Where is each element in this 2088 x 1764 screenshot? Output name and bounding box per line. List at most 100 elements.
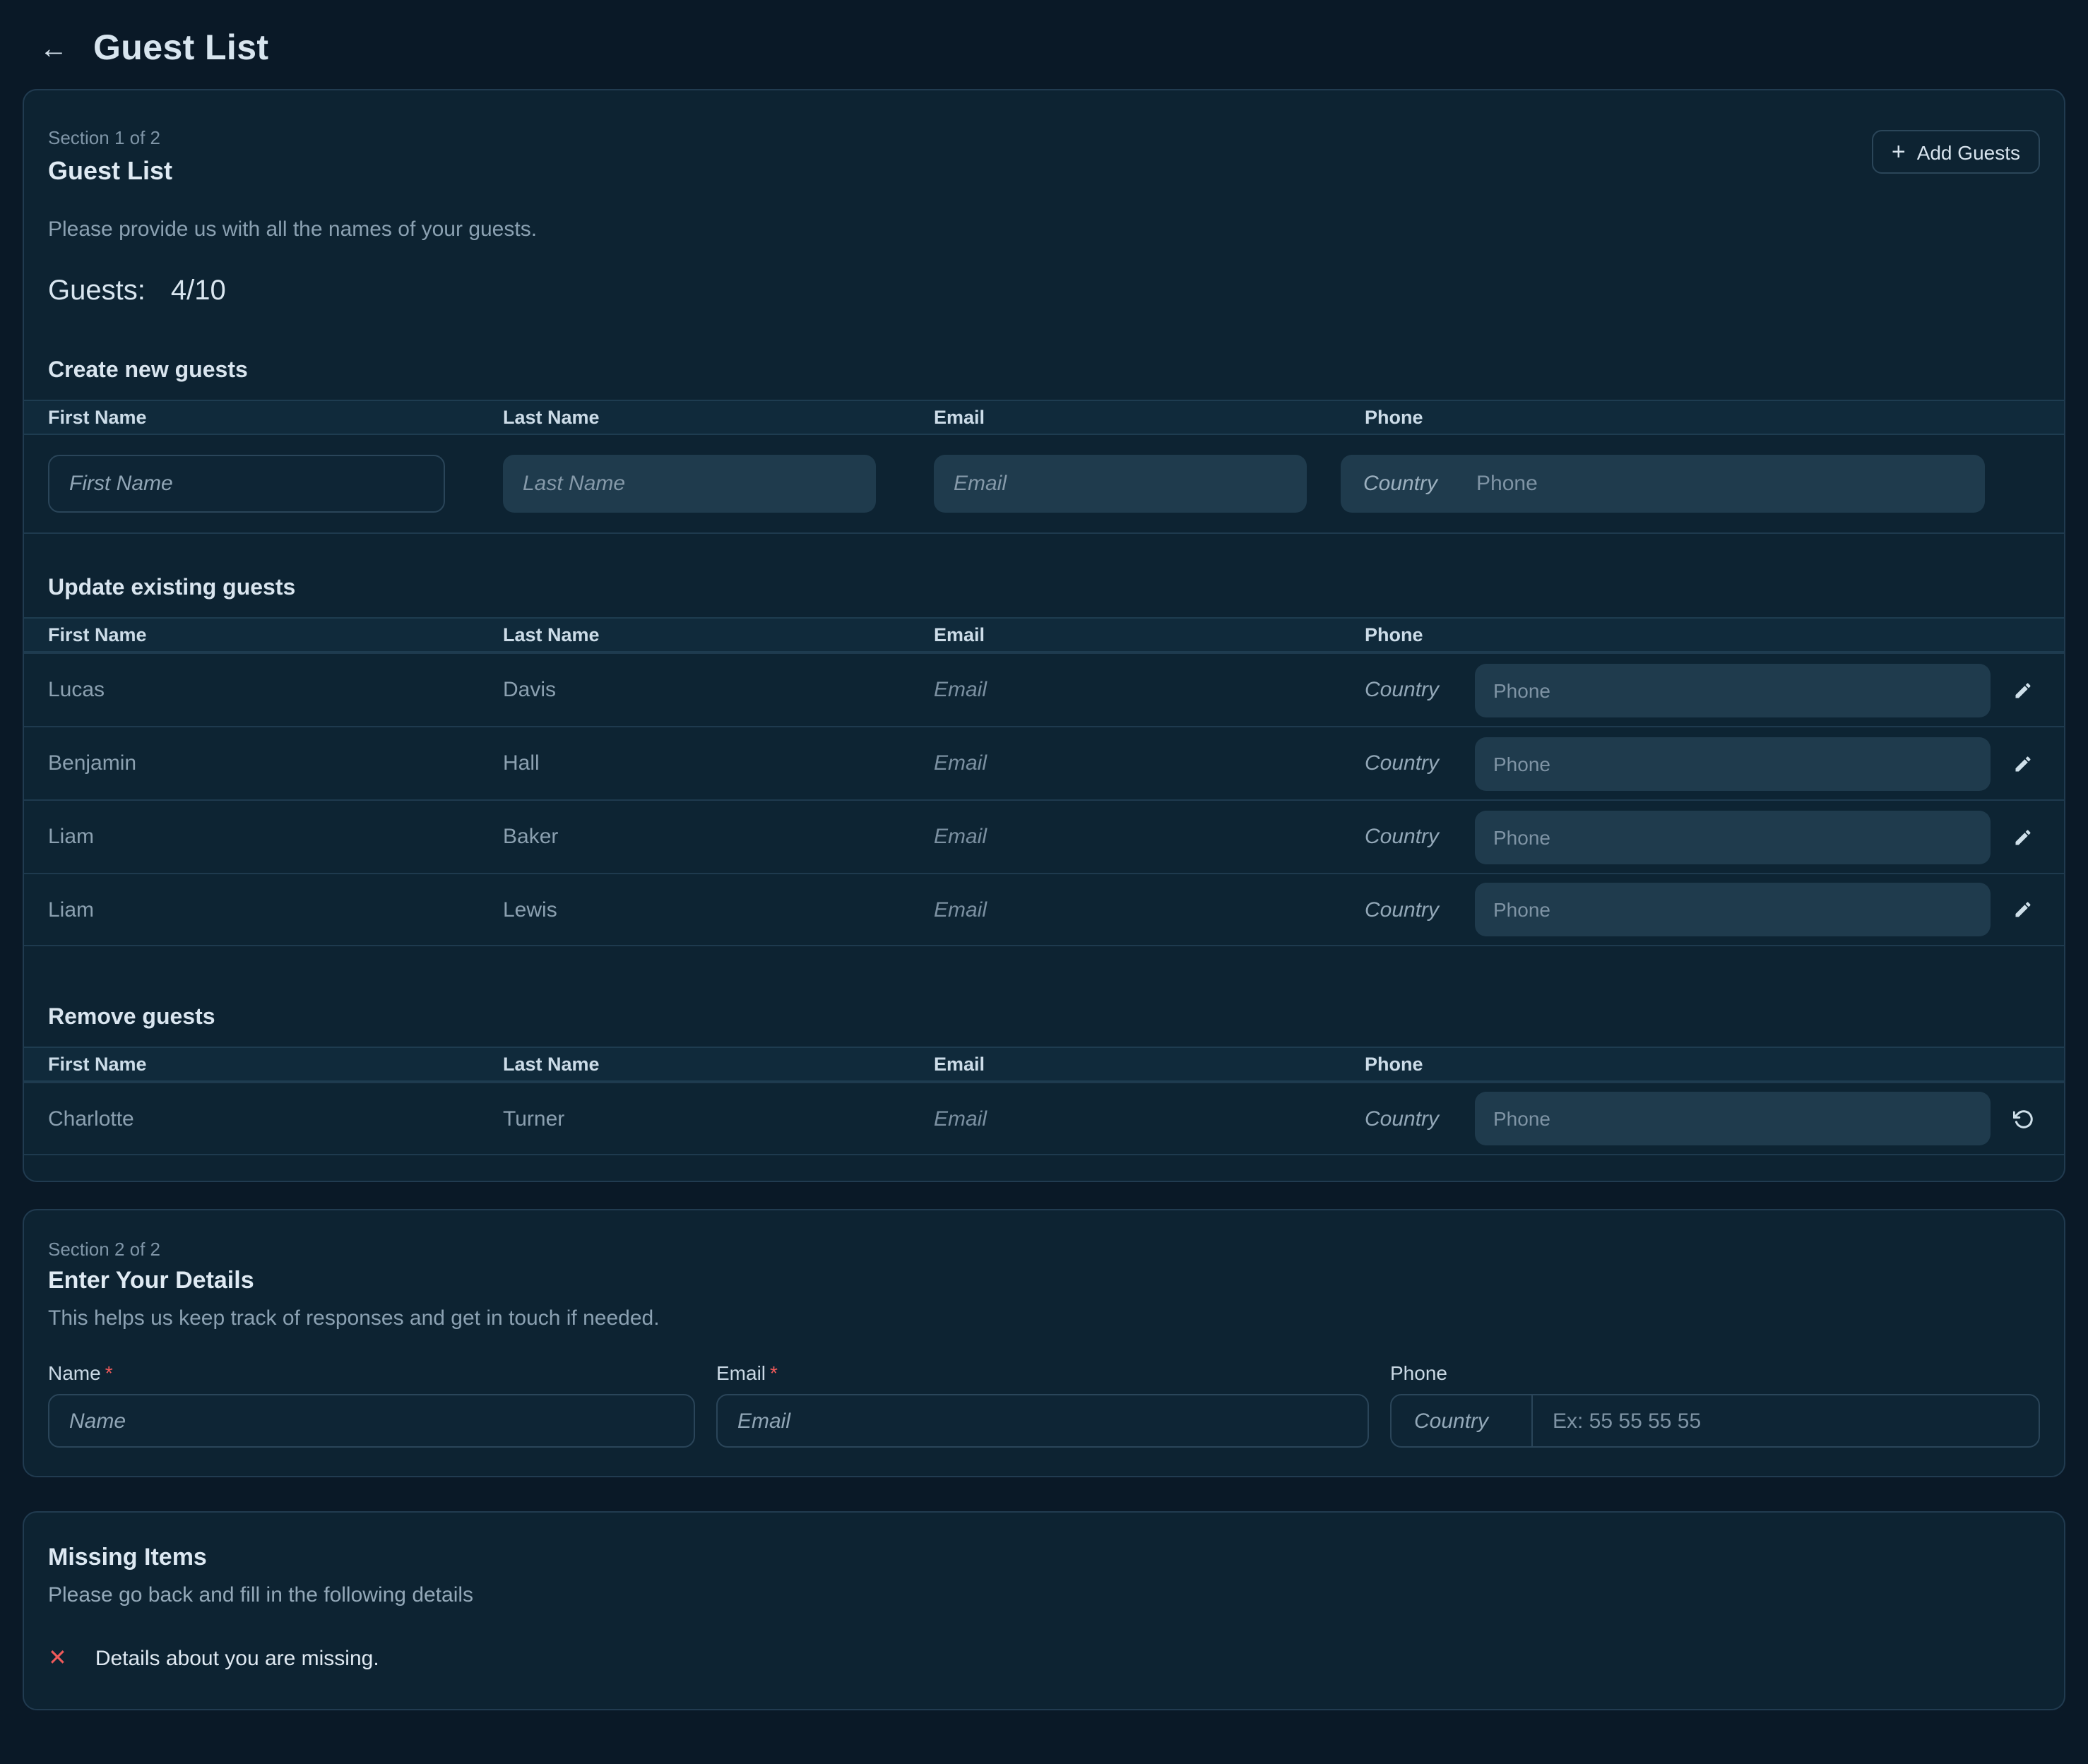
email-label: Email* xyxy=(716,1361,1369,1384)
guest-country-select[interactable]: Country xyxy=(1365,678,1475,702)
update-table-header: First Name Last Name Email Phone xyxy=(24,617,2064,652)
guest-country-select[interactable]: Country xyxy=(1365,751,1475,775)
col-last-name: Last Name xyxy=(479,624,910,645)
guest-last-name: Lewis xyxy=(479,898,910,922)
guest-last-name: Davis xyxy=(479,678,910,702)
pencil-icon xyxy=(2013,753,2033,773)
guest-first-name: Liam xyxy=(24,898,479,922)
guest-phone-input[interactable] xyxy=(1475,663,1991,717)
guest-first-name: Benjamin xyxy=(24,751,479,775)
guest-email-placeholder: Email xyxy=(910,678,1341,702)
section1-description: Please provide us with all the names of … xyxy=(48,217,2040,242)
guest-country-select[interactable]: Country xyxy=(1365,1107,1475,1131)
update-guest-row: Liam Baker Email Country xyxy=(24,799,2064,873)
error-x-icon: ✕ xyxy=(48,1644,67,1672)
guest-first-name: Liam xyxy=(24,825,479,849)
guest-email-placeholder: Email xyxy=(910,1107,1341,1131)
guest-last-name: Baker xyxy=(479,825,910,849)
guest-phone-input[interactable] xyxy=(1475,737,1991,790)
phone-field-group: Phone Country xyxy=(1390,1361,2040,1448)
remove-table-header: First Name Last Name Email Phone xyxy=(24,1047,2064,1082)
email-field-group: Email* xyxy=(716,1361,1369,1448)
name-field-group: Name* xyxy=(48,1361,695,1448)
missing-item: ✕ Details about you are missing. xyxy=(48,1644,2040,1672)
section2-title: Enter Your Details xyxy=(48,1267,2040,1295)
pencil-icon xyxy=(2013,680,2033,700)
col-phone: Phone xyxy=(1341,1054,2064,1075)
section2-kicker: Section 2 of 2 xyxy=(48,1239,2040,1260)
guest-first-name: Lucas xyxy=(24,678,479,702)
section1-title: Guest List xyxy=(48,157,2040,186)
edit-guest-button[interactable] xyxy=(1991,810,2056,864)
plus-icon: + xyxy=(1892,140,1906,164)
page: ← Guest List + Add Guests Section 1 of 2… xyxy=(0,0,2088,1764)
missing-items-card: Missing Items Please go back and fill in… xyxy=(23,1511,2065,1710)
section2-card: Section 2 of 2 Enter Your Details This h… xyxy=(23,1209,2065,1477)
col-email: Email xyxy=(910,1054,1341,1075)
guests-label: Guests: xyxy=(48,275,146,308)
guest-country-select[interactable]: Country xyxy=(1365,898,1475,922)
section2-fields: Name* Email* Phone Country xyxy=(48,1361,2040,1448)
new-country-select[interactable]: Country xyxy=(1341,472,1476,496)
guest-last-name: Turner xyxy=(479,1107,910,1131)
update-guest-row: Benjamin Hall Email Country xyxy=(24,726,2064,799)
col-last-name: Last Name xyxy=(479,407,910,428)
create-guests-heading: Create new guests xyxy=(24,359,2064,384)
new-first-name-input[interactable] xyxy=(48,455,445,513)
create-guest-row: Country xyxy=(24,435,2064,534)
section1-kicker: Section 1 of 2 xyxy=(48,127,2040,148)
pencil-icon xyxy=(2013,900,2033,919)
create-table-header: First Name Last Name Email Phone xyxy=(24,400,2064,435)
name-label: Name* xyxy=(48,1361,695,1384)
section2-description: This helps us keep track of responses an… xyxy=(48,1306,2040,1330)
required-asterisk: * xyxy=(770,1361,778,1384)
col-first-name: First Name xyxy=(24,1054,479,1075)
back-arrow-icon[interactable]: ← xyxy=(37,35,71,63)
new-phone-input[interactable] xyxy=(1476,455,1985,513)
undo-icon xyxy=(2012,1108,2034,1129)
your-email-input[interactable] xyxy=(716,1394,1369,1448)
edit-guest-button[interactable] xyxy=(1991,883,2056,936)
guest-last-name: Hall xyxy=(479,751,910,775)
guests-count: 4/10 xyxy=(171,275,226,308)
guest-first-name: Charlotte xyxy=(24,1107,479,1131)
your-country-select[interactable]: Country xyxy=(1392,1395,1533,1446)
missing-item-text: Details about you are missing. xyxy=(95,1646,379,1670)
guests-counter: Guests: 4/10 xyxy=(48,275,2040,308)
new-last-name-input[interactable] xyxy=(503,455,876,513)
guest-email-placeholder: Email xyxy=(910,825,1341,849)
undo-remove-button[interactable] xyxy=(1991,1092,2056,1145)
edit-guest-button[interactable] xyxy=(1991,663,2056,717)
your-phone-input[interactable] xyxy=(1533,1395,2039,1446)
new-phone-group: Country xyxy=(1341,455,1985,513)
guest-phone-input[interactable] xyxy=(1475,883,1991,936)
your-phone-group: Country xyxy=(1390,1394,2040,1448)
section1-card: + Add Guests Section 1 of 2 Guest List P… xyxy=(23,89,2065,1182)
col-phone: Phone xyxy=(1341,407,2064,428)
guest-country-select[interactable]: Country xyxy=(1365,825,1475,849)
edit-guest-button[interactable] xyxy=(1991,737,2056,790)
col-email: Email xyxy=(910,407,1341,428)
guest-phone-input[interactable] xyxy=(1475,1092,1991,1145)
guest-email-placeholder: Email xyxy=(910,898,1341,922)
guest-phone-input[interactable] xyxy=(1475,810,1991,864)
update-guest-row: Liam Lewis Email Country xyxy=(24,873,2064,946)
new-email-input[interactable] xyxy=(934,455,1307,513)
phone-label: Phone xyxy=(1390,1361,2040,1384)
your-name-input[interactable] xyxy=(48,1394,695,1448)
topbar: ← Guest List xyxy=(0,0,2088,89)
section1-header: Section 1 of 2 Guest List Please provide… xyxy=(24,90,2064,308)
col-first-name: First Name xyxy=(24,624,479,645)
page-title: Guest List xyxy=(93,28,269,69)
update-guests-heading: Update existing guests xyxy=(24,576,2064,602)
update-guest-row: Lucas Davis Email Country xyxy=(24,652,2064,726)
guest-email-placeholder: Email xyxy=(910,751,1341,775)
col-email: Email xyxy=(910,624,1341,645)
col-phone: Phone xyxy=(1341,624,2064,645)
remove-guests-heading: Remove guests xyxy=(24,1006,2064,1031)
required-asterisk: * xyxy=(105,1361,113,1384)
add-guests-button[interactable]: + Add Guests xyxy=(1872,130,2040,174)
missing-items-description: Please go back and fill in the following… xyxy=(48,1583,2040,1607)
col-first-name: First Name xyxy=(24,407,479,428)
col-last-name: Last Name xyxy=(479,1054,910,1075)
